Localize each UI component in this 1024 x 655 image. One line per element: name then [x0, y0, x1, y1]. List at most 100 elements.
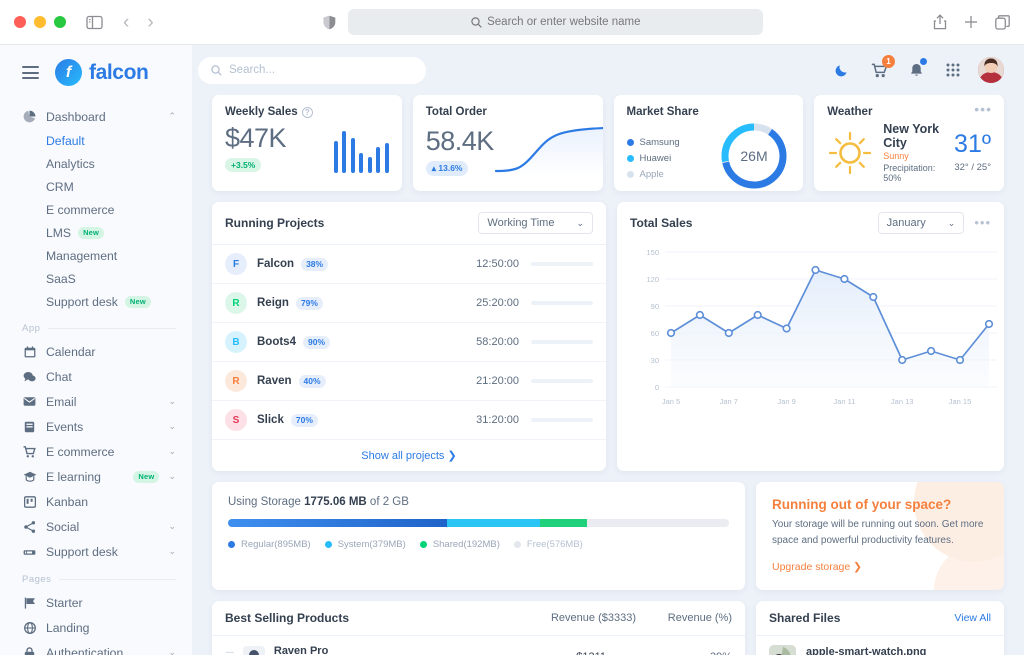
brand-initial: f [65, 63, 72, 81]
sidebar-subitem-default[interactable]: Default [0, 129, 192, 152]
info-icon[interactable]: ? [301, 106, 313, 118]
project-percent: 90% [302, 335, 330, 349]
table-row[interactable]: R Raven 40% 21:20:00 [212, 362, 606, 401]
badge-new: New [133, 470, 160, 483]
card-title: Weather [827, 106, 991, 118]
tabs-overview-icon[interactable] [995, 14, 1010, 30]
sidebar-subitem-saas[interactable]: SaaS [0, 267, 192, 290]
sidebar-toggle-icon[interactable] [86, 15, 103, 30]
shield-icon[interactable] [323, 15, 336, 30]
sidebar-subitem-label: CRM [46, 179, 74, 194]
project-name: Boots4 [257, 336, 296, 348]
chevron-down-icon[interactable]: ⌄ [168, 422, 176, 431]
sidebar-subitem-lms[interactable]: LMS New [0, 221, 192, 244]
avatar[interactable] [978, 57, 1004, 83]
browser-nav-arrows: ‹ › [123, 13, 154, 32]
storage-legend: Regular(895MB) System(379MB) Shared(192M… [228, 539, 729, 550]
sidebar-subitem-label: E commerce [46, 202, 115, 217]
chevron-down-icon[interactable]: ⌄ [168, 547, 176, 556]
sidebar-item-elearning[interactable]: E learning New ⌄ [0, 464, 192, 489]
weekly-sales-change-badge: +3.5% [225, 158, 262, 173]
forward-arrow-icon[interactable]: › [147, 13, 153, 32]
chevron-up-icon[interactable]: ⌃ [168, 112, 176, 121]
sidebar-item-chat[interactable]: Chat [0, 364, 192, 389]
legend-item: Apple [626, 169, 680, 180]
column-header-revenue: Revenue ($3333) [550, 612, 636, 624]
maximize-window-button[interactable] [54, 16, 66, 28]
cart-icon[interactable]: 1 [867, 55, 895, 82]
best-selling-products-card: Best Selling Products Revenue ($3333) Re… [212, 601, 745, 655]
chevron-down-icon[interactable]: ⌄ [168, 397, 176, 406]
top-navbar: Search... 1 [192, 45, 1024, 95]
select-value: Working Time [487, 217, 555, 229]
bell-icon[interactable] [904, 57, 928, 82]
sidebar-item-label: Kanban [46, 494, 89, 509]
sidebar-subitem-ecommerce[interactable]: E commerce [0, 198, 192, 221]
brand-logo-link[interactable]: f falcon [55, 59, 149, 86]
list-item[interactable]: apple-smart-watch.png Antony Just Now [756, 636, 1004, 655]
search-input[interactable]: Search... [198, 56, 426, 84]
sidebar-item-authentication[interactable]: Authentication ⌄ [0, 640, 192, 655]
legend-item: Samsung [626, 137, 680, 148]
url-input[interactable]: Search or enter website name [348, 9, 764, 35]
chevron-down-icon[interactable]: ⌄ [168, 472, 176, 481]
sidebar-item-starter[interactable]: Starter [0, 590, 192, 615]
chevron-down-icon[interactable]: ⌄ [168, 522, 176, 531]
view-all-link[interactable]: View All [954, 612, 991, 624]
month-select[interactable]: January ⌄ [877, 212, 965, 234]
ellipsis-icon[interactable]: ••• [974, 102, 992, 116]
y-tick-30: 30 [651, 356, 659, 365]
legend-item: Free(576MB) [513, 539, 583, 550]
upgrade-storage-link[interactable]: Upgrade storage ❯ [772, 561, 862, 573]
sidebar-subitem-support-desk[interactable]: Support desk New [0, 290, 192, 313]
shared-files-card: Shared Files View All apple-smart-watch.… [756, 601, 1004, 655]
sidebar-item-kanban[interactable]: Kanban [0, 489, 192, 514]
table-row[interactable]: F Falcon 38% 12:50:00 [212, 245, 606, 284]
moon-icon[interactable] [830, 58, 854, 82]
sidebar-subitem-management[interactable]: Management [0, 244, 192, 267]
working-time-select[interactable]: Working Time ⌄ [478, 212, 593, 234]
ellipsis-icon[interactable]: ••• [974, 216, 991, 229]
back-arrow-icon[interactable]: ‹ [123, 13, 129, 32]
table-row[interactable]: ☰ Raven Pro Landing $1311 39% [212, 636, 745, 655]
minimize-window-button[interactable] [34, 16, 46, 28]
sidebar-item-social[interactable]: Social ⌄ [0, 514, 192, 539]
sidebar-item-support-desk[interactable]: Support desk ⌄ [0, 539, 192, 564]
flag-icon [22, 597, 37, 609]
drag-handle-icon[interactable]: ☰ [225, 651, 235, 655]
sidebar-item-ecommerce[interactable]: E commerce ⌄ [0, 439, 192, 464]
legend-dot-huawei [626, 155, 634, 162]
sidebar-item-landing[interactable]: Landing [0, 615, 192, 640]
project-progress-bar [531, 379, 593, 383]
project-avatar: R [225, 370, 247, 392]
new-tab-icon[interactable] [964, 15, 978, 29]
grid-apps-icon[interactable] [941, 58, 965, 82]
chevron-down-icon[interactable]: ⌄ [168, 447, 176, 456]
x-tick-1: Jan 7 [720, 397, 738, 406]
sidebar-subitem-analytics[interactable]: Analytics [0, 152, 192, 175]
x-tick-4: Jan 13 [891, 397, 914, 406]
sidebar-item-events[interactable]: Events ⌄ [0, 414, 192, 439]
chevron-down-icon[interactable]: ⌄ [168, 648, 176, 655]
sidebar-item-email[interactable]: Email ⌄ [0, 389, 192, 414]
storage-card: Using Storage 1775.06 MB of 2 GB Regular [212, 482, 745, 590]
share-icon[interactable] [933, 14, 947, 30]
sidebar-subitem-label: Support desk [46, 294, 118, 309]
sidebar-subitem-crm[interactable]: CRM [0, 175, 192, 198]
top-navbar-actions: 1 [830, 55, 1004, 83]
table-row[interactable]: R Reign 79% 25:20:00 [212, 284, 606, 323]
weather-temperature: 31º [954, 130, 991, 158]
show-all-projects-link[interactable]: Show all projects ❯ [212, 440, 606, 471]
sidebar-item-dashboard[interactable]: Dashboard ⌃ [0, 104, 192, 129]
close-window-button[interactable] [14, 16, 26, 28]
sidebar-item-calendar[interactable]: Calendar [0, 339, 192, 364]
total-sales-card: Total Sales January ⌄ ••• 150 120 90 60 … [617, 202, 1004, 471]
legend-label: Apple [639, 169, 664, 180]
sidebar-subitem-label: LMS [46, 225, 72, 240]
total-sales-controls: January ⌄ ••• [877, 212, 991, 234]
table-row[interactable]: B Boots4 90% 58:20:00 [212, 323, 606, 362]
hamburger-menu-icon[interactable] [22, 66, 39, 79]
bottom-row: Best Selling Products Revenue ($3333) Re… [212, 601, 1004, 655]
legend-item: Regular(895MB) [228, 539, 311, 550]
table-row[interactable]: S Slick 70% 31:20:00 [212, 401, 606, 440]
